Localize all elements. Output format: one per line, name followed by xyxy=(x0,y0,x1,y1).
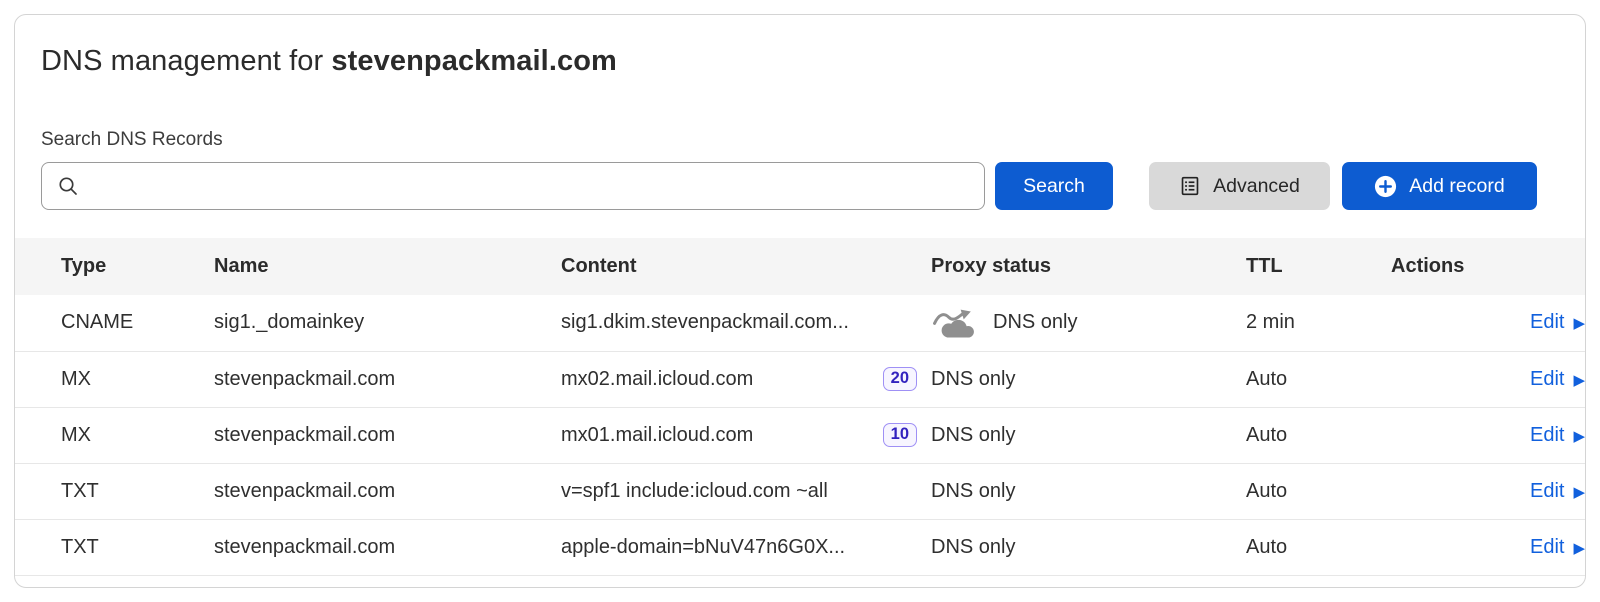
content-text: mx01.mail.icloud.com xyxy=(561,424,753,447)
caret-right-icon: ▶ xyxy=(1573,429,1585,444)
cell-content: v=spf1 include:icloud.com ~all xyxy=(561,463,931,519)
cell-type: TXT xyxy=(15,519,214,575)
proxy-status-text: DNS only xyxy=(931,536,1015,559)
col-header-ttl: TTL xyxy=(1246,238,1391,295)
cell-proxy-status: DNS only xyxy=(931,519,1246,575)
cell-name: stevenpackmail.com xyxy=(214,351,561,407)
search-input[interactable] xyxy=(41,162,985,210)
table-row: MX stevenpackmail.com mx02.mail.icloud.c… xyxy=(15,351,1585,407)
col-header-actions: Actions xyxy=(1391,238,1585,295)
cell-ttl: Auto xyxy=(1246,519,1391,575)
cell-type: MX xyxy=(15,407,214,463)
table-row: TXT stevenpackmail.com v=spf1 include:ic… xyxy=(15,463,1585,519)
cell-ttl: Auto xyxy=(1246,463,1391,519)
cell-name: stevenpackmail.com xyxy=(214,463,561,519)
cell-content: apple-domain=bNuV47n6G0X... xyxy=(561,519,931,575)
proxy-status-text: DNS only xyxy=(931,424,1015,447)
edit-link-label: Edit xyxy=(1530,311,1564,334)
col-header-name: Name xyxy=(214,238,561,295)
plus-circle-icon xyxy=(1374,175,1397,198)
caret-right-icon: ▶ xyxy=(1573,541,1585,556)
content-text: apple-domain=bNuV47n6G0X... xyxy=(561,536,845,559)
advanced-button[interactable]: Advanced xyxy=(1149,162,1330,210)
search-button[interactable]: Search xyxy=(995,162,1113,210)
search-button-label: Search xyxy=(1023,175,1085,198)
table-row: CNAME sig1._domainkey sig1.dkim.stevenpa… xyxy=(15,295,1585,351)
edit-link-label: Edit xyxy=(1530,424,1564,447)
cell-ttl: Auto xyxy=(1246,351,1391,407)
add-record-button[interactable]: Add record xyxy=(1342,162,1537,210)
cell-content: mx02.mail.icloud.com 20 xyxy=(561,351,931,407)
cell-type: TXT xyxy=(15,463,214,519)
content-text: mx02.mail.icloud.com xyxy=(561,368,753,391)
cell-actions: Edit ▶ xyxy=(1391,407,1585,463)
edit-record-link[interactable]: Edit ▶ xyxy=(1530,480,1585,503)
col-header-content: Content xyxy=(561,238,931,295)
cell-name: sig1._domainkey xyxy=(214,295,561,351)
cell-ttl: 2 min xyxy=(1246,295,1391,351)
caret-right-icon: ▶ xyxy=(1573,316,1585,331)
list-document-icon xyxy=(1179,175,1201,197)
table-row: TXT stevenpackmail.com apple-domain=bNuV… xyxy=(15,519,1585,575)
cell-name: stevenpackmail.com xyxy=(214,407,561,463)
advanced-button-label: Advanced xyxy=(1213,175,1300,198)
search-label: Search DNS Records xyxy=(41,129,1559,151)
mx-priority-badge: 20 xyxy=(883,367,917,391)
dns-only-cloud-icon xyxy=(931,306,977,339)
page-title-prefix: DNS management for xyxy=(41,45,331,77)
dns-records-table: Type Name Content Proxy status TTL Actio… xyxy=(15,238,1585,576)
caret-right-icon: ▶ xyxy=(1573,485,1585,500)
proxy-status-text: DNS only xyxy=(931,368,1015,391)
cell-actions: Edit ▶ xyxy=(1391,295,1585,351)
content-text: sig1.dkim.stevenpackmail.com... xyxy=(561,311,849,334)
cell-actions: Edit ▶ xyxy=(1391,519,1585,575)
search-toolbar: Search Advanced Add xyxy=(41,162,1559,210)
cell-actions: Edit ▶ xyxy=(1391,463,1585,519)
edit-record-link[interactable]: Edit ▶ xyxy=(1530,424,1585,447)
proxy-status-text: DNS only xyxy=(993,311,1077,334)
cell-actions: Edit ▶ xyxy=(1391,351,1585,407)
mx-priority-badge: 10 xyxy=(883,423,917,447)
cell-proxy-status: DNS only xyxy=(931,295,1246,351)
cell-name: stevenpackmail.com xyxy=(214,519,561,575)
page-title-domain: stevenpackmail.com xyxy=(331,45,617,77)
proxy-status-text: DNS only xyxy=(931,480,1015,503)
cell-proxy-status: DNS only xyxy=(931,351,1246,407)
edit-link-label: Edit xyxy=(1530,368,1564,391)
search-box xyxy=(41,162,985,210)
dns-management-card: DNS management for stevenpackmail.com Se… xyxy=(14,14,1586,588)
col-header-proxy-status: Proxy status xyxy=(931,238,1246,295)
cell-content: sig1.dkim.stevenpackmail.com... xyxy=(561,295,931,351)
cell-content: mx01.mail.icloud.com 10 xyxy=(561,407,931,463)
cell-type: MX xyxy=(15,351,214,407)
edit-record-link[interactable]: Edit ▶ xyxy=(1530,311,1585,334)
page-title: DNS management for stevenpackmail.com xyxy=(41,45,1559,78)
add-record-button-label: Add record xyxy=(1409,175,1504,198)
edit-record-link[interactable]: Edit ▶ xyxy=(1530,536,1585,559)
col-header-type: Type xyxy=(15,238,214,295)
cell-proxy-status: DNS only xyxy=(931,407,1246,463)
content-text: v=spf1 include:icloud.com ~all xyxy=(561,480,828,503)
edit-link-label: Edit xyxy=(1530,480,1564,503)
edit-link-label: Edit xyxy=(1530,536,1564,559)
caret-right-icon: ▶ xyxy=(1573,373,1585,388)
cell-type: CNAME xyxy=(15,295,214,351)
cell-ttl: Auto xyxy=(1246,407,1391,463)
table-header-row: Type Name Content Proxy status TTL Actio… xyxy=(15,238,1585,295)
table-row: MX stevenpackmail.com mx01.mail.icloud.c… xyxy=(15,407,1585,463)
edit-record-link[interactable]: Edit ▶ xyxy=(1530,368,1585,391)
cell-proxy-status: DNS only xyxy=(931,463,1246,519)
